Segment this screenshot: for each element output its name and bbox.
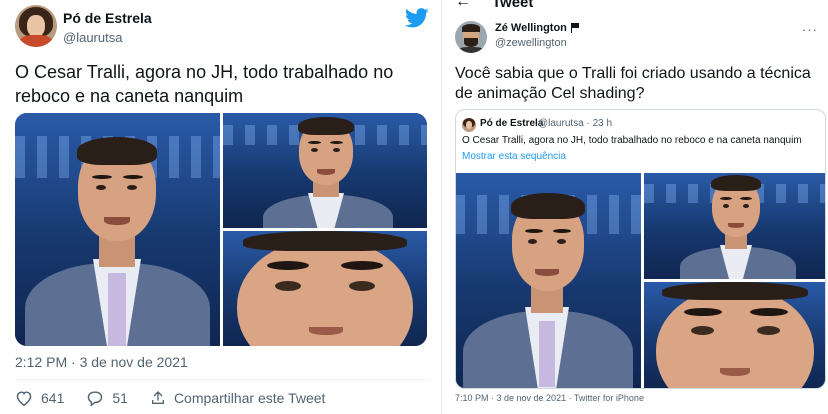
media-photo-3[interactable]	[644, 282, 825, 388]
back-arrow-icon[interactable]: ←	[455, 0, 471, 11]
tweet-timestamp[interactable]: 2:12 PM · 3 de nov de 2021	[15, 354, 188, 370]
divider	[15, 379, 427, 380]
quoted-author-handle: @laurutsa · 23 h	[538, 118, 613, 129]
share-button[interactable]: Compartilhar este Tweet	[150, 390, 325, 406]
header-title: Tweet	[492, 0, 534, 11]
tweet-header-bar: ← Tweet	[442, 0, 828, 14]
reply-count: 51	[112, 390, 128, 406]
author-name[interactable]: Pó de Estrela	[63, 10, 152, 26]
author-avatar[interactable]	[15, 5, 57, 47]
heart-icon	[16, 391, 32, 406]
media-photo-2[interactable]	[223, 113, 427, 228]
author-handle[interactable]: @laurutsa	[63, 30, 122, 45]
tweet-actions: 641 51 Compartilhar este Tweet	[15, 388, 347, 408]
left-tweet-card: Pó de Estrela @laurutsa O Cesar Tralli, …	[0, 0, 441, 414]
quoted-author-avatar	[462, 118, 476, 132]
flag-icon	[570, 23, 580, 33]
right-tweet-card: ← Tweet Zé Wellington @zewellington ··· …	[441, 0, 828, 414]
media-photo-1[interactable]	[456, 173, 641, 388]
quoted-media-grid	[456, 173, 825, 388]
twitter-bird-icon[interactable]	[405, 8, 429, 28]
quoted-tweet[interactable]: Pó de Estrela @laurutsa · 23 h O Cesar T…	[455, 109, 826, 389]
reply-button[interactable]: 51	[86, 390, 128, 406]
like-count: 641	[41, 390, 65, 406]
quoted-text: O Cesar Tralli, agora no JH, todo trabal…	[462, 135, 802, 146]
media-photo-3[interactable]	[223, 231, 427, 346]
author-name: Zé Wellington	[495, 22, 567, 34]
author-name-row[interactable]: Zé Wellington	[495, 22, 580, 34]
reply-icon	[88, 391, 103, 406]
tweet-meta[interactable]: 7:10 PM · 3 de nov de 2021 · Twitter for…	[455, 393, 644, 403]
tweet-text: Você sabia que o Tralli foi criado usand…	[455, 65, 811, 102]
share-label: Compartilhar este Tweet	[173, 390, 326, 406]
media-photo-2[interactable]	[644, 173, 825, 279]
share-icon	[151, 391, 164, 404]
author-avatar[interactable]	[455, 21, 487, 53]
show-thread-link[interactable]: Mostrar esta sequência	[462, 151, 566, 162]
more-options-icon[interactable]: ···	[802, 22, 818, 37]
media-photo-1[interactable]	[15, 113, 220, 346]
quoted-author-name: Pó de Estrela	[480, 118, 544, 129]
tweet-media-grid	[15, 113, 427, 346]
tweet-text: O Cesar Tralli, agora no JH, todo trabal…	[15, 62, 394, 106]
like-button[interactable]: 641	[15, 390, 64, 406]
author-handle[interactable]: @zewellington	[495, 37, 567, 49]
cropped-row	[455, 408, 815, 414]
